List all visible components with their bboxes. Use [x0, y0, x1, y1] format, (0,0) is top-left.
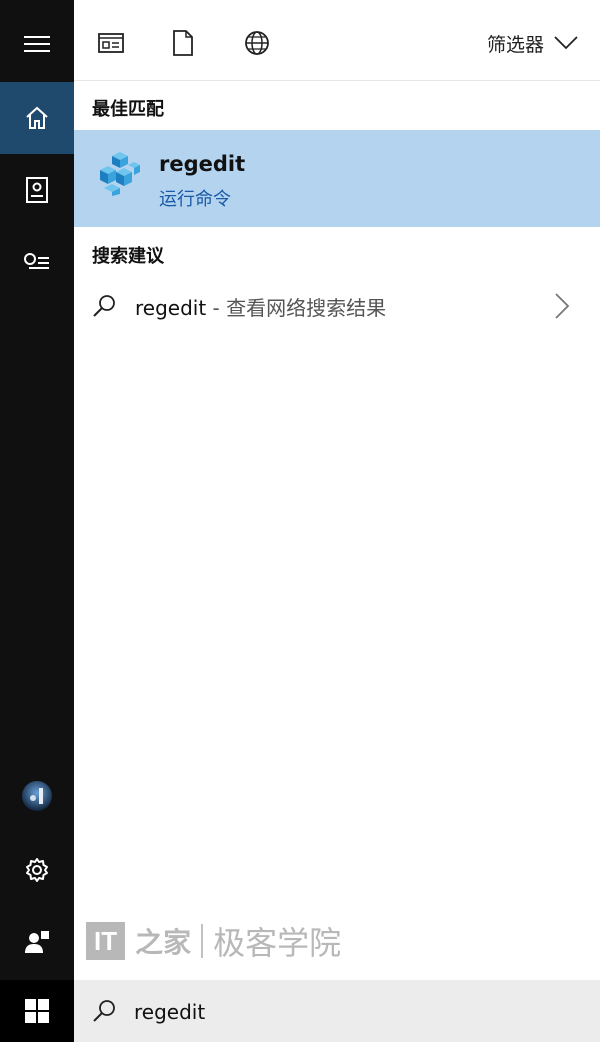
notebook-icon [26, 177, 48, 203]
taskbar-search-box[interactable]: regedit [74, 980, 600, 1042]
watermark: IT 之家 极客学院 [86, 918, 341, 964]
suggestion-suffix: - 查看网络搜索结果 [206, 296, 387, 320]
best-match-result[interactable]: regedit 运行命令 [74, 130, 600, 227]
chevron-right-icon[interactable] [554, 293, 570, 319]
search-icon [93, 295, 115, 317]
person-add-icon [25, 931, 49, 953]
top-toolbar: 筛选器 [74, 0, 600, 81]
search-panel: 筛选器 最佳匹配 regedit 运行命令 搜索建议 regedit - 查看网… [74, 0, 600, 980]
documents-filter-button[interactable] [168, 28, 198, 58]
sidebar-item-home[interactable] [0, 82, 74, 154]
search-input[interactable]: regedit [134, 1000, 205, 1024]
watermark-divider [201, 924, 204, 958]
apps-filter-button[interactable] [96, 28, 126, 58]
document-icon [173, 30, 193, 56]
watermark-text: 极客学院 [213, 924, 342, 962]
search-suggestions-heading: 搜索建议 [92, 246, 164, 267]
best-match-title: regedit [159, 152, 246, 176]
account-avatar-button[interactable] [0, 760, 74, 832]
chevron-down-icon [554, 36, 578, 50]
windows-logo-icon [25, 999, 49, 1023]
search-icon [93, 1000, 115, 1022]
hamburger-icon [24, 36, 50, 52]
suggestion-term: regedit [135, 296, 207, 320]
filter-dropdown[interactable]: 筛选器 [487, 28, 578, 58]
best-match-heading: 最佳匹配 [92, 99, 164, 120]
feedback-person-button[interactable] [0, 906, 74, 978]
feedback-icon [24, 253, 49, 269]
apps-icon [98, 33, 124, 53]
best-match-subtitle: 运行命令 [159, 189, 231, 210]
sidebar-item-notebook[interactable] [0, 154, 74, 226]
suggestion-item[interactable]: regedit - 查看网络搜索结果 [74, 278, 600, 334]
filter-label: 筛选器 [486, 33, 544, 56]
sidebar [0, 0, 74, 1042]
gear-icon [26, 858, 48, 882]
globe-icon [245, 31, 269, 55]
watermark-mark: 之家 [135, 926, 192, 959]
user-avatar [22, 781, 52, 811]
sidebar-item-feedback[interactable] [0, 226, 74, 298]
settings-button[interactable] [0, 834, 74, 906]
home-icon [26, 106, 48, 129]
suggestion-text: regedit - 查看网络搜索结果 [135, 292, 386, 321]
watermark-logo: IT [86, 922, 126, 960]
web-filter-button[interactable] [242, 28, 272, 58]
menu-button[interactable] [0, 8, 74, 80]
registry-cubes-icon [100, 152, 140, 196]
start-button[interactable] [0, 980, 74, 1042]
